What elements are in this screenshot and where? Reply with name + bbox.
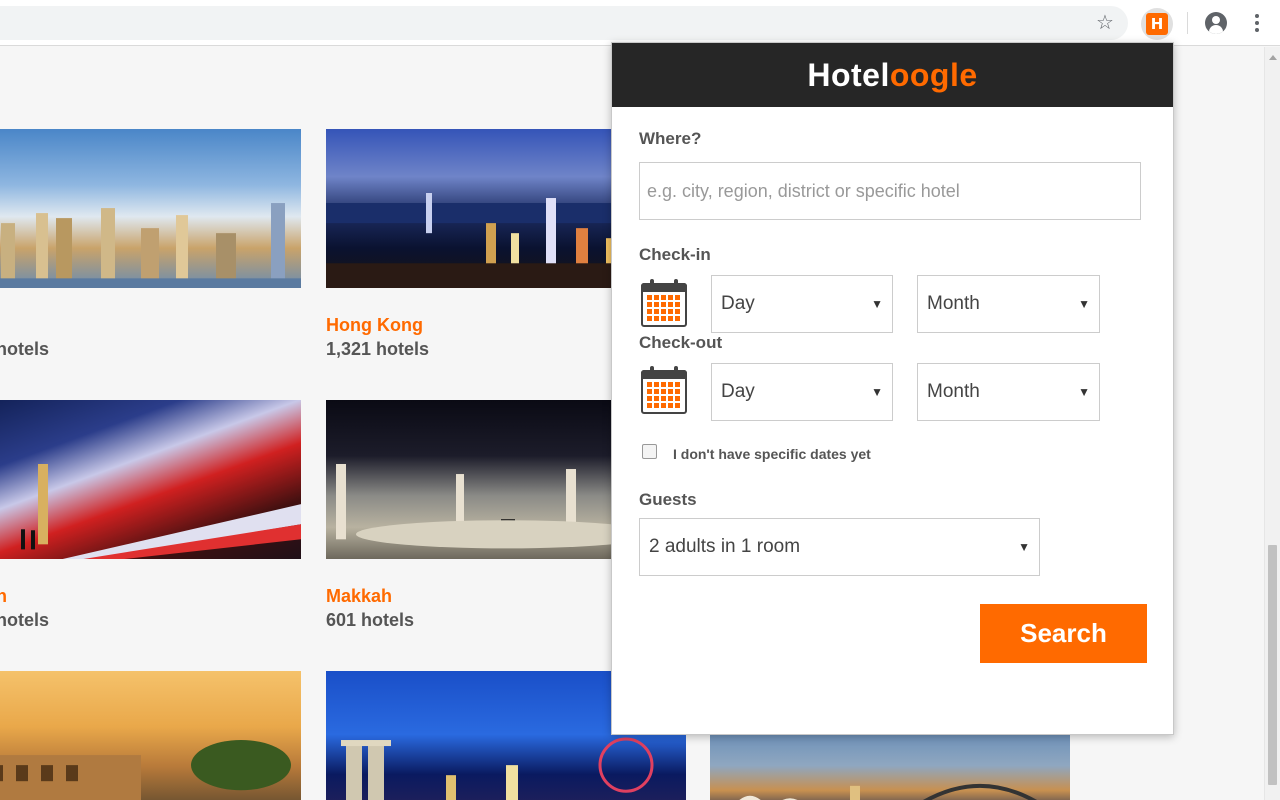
chevron-down-icon: ▼	[1018, 540, 1030, 554]
checkout-day-value: Day	[721, 381, 755, 402]
brand-header: Hotel oogle	[612, 43, 1173, 107]
destination-name[interactable]: n	[0, 586, 7, 607]
where-label: Where?	[639, 129, 702, 148]
more-vert-icon[interactable]	[1245, 11, 1269, 35]
destination-name[interactable]: Makkah	[326, 586, 392, 607]
destination-search-input[interactable]	[639, 162, 1141, 220]
hoteloogle-popup: Hoteloogle Where? Check-in Day ▼ Month ▼…	[611, 42, 1174, 735]
no-dates-label[interactable]: I don't have specific dates yet	[673, 446, 871, 462]
checkout-calendar-icon[interactable]	[641, 366, 687, 414]
no-dates-row: I don't have specific dates yet	[642, 443, 871, 462]
guests-select[interactable]: 2 adults in 1 room ▼	[639, 518, 1040, 576]
checkin-month-value: Month	[927, 293, 980, 314]
address-bar[interactable]	[0, 6, 1128, 40]
destination-hotel-count: hotels	[0, 610, 50, 630]
page-scrollbar[interactable]	[1264, 47, 1280, 800]
checkin-day-value: Day	[721, 293, 755, 314]
checkout-label: Check-out	[639, 333, 723, 352]
destination-image[interactable]	[0, 400, 301, 559]
chevron-down-icon: ▼	[1078, 385, 1090, 399]
scroll-thumb[interactable]	[1268, 545, 1277, 785]
toolbar-divider	[1187, 12, 1188, 34]
checkin-month-select[interactable]: Month ▼	[917, 275, 1100, 333]
chevron-down-icon: ▼	[871, 297, 883, 311]
checkout-month-select[interactable]: Month ▼	[917, 363, 1100, 421]
scroll-up-arrow-icon[interactable]	[1269, 55, 1277, 60]
checkout-day-select[interactable]: Day ▼	[711, 363, 893, 421]
chevron-down-icon: ▼	[1078, 297, 1090, 311]
destination-name[interactable]: Hong Kong	[326, 315, 423, 336]
browser-toolbar: ☆ H	[0, 0, 1280, 46]
checkin-label: Check-in	[639, 245, 711, 264]
destination-image[interactable]	[0, 671, 301, 800]
brand-logo-part1: Hotel	[807, 56, 890, 93]
destination-image[interactable]	[710, 731, 1070, 800]
checkin-day-select[interactable]: Day ▼	[711, 275, 893, 333]
hoteloogle-extension-icon: H	[1146, 13, 1168, 35]
chevron-down-icon: ▼	[871, 385, 883, 399]
destination-image[interactable]	[0, 129, 301, 288]
search-button[interactable]: Search	[980, 604, 1147, 663]
checkout-month-value: Month	[927, 381, 980, 402]
brand-logo-part2: oogle	[889, 56, 978, 93]
guests-value: 2 adults in 1 room	[649, 536, 801, 557]
no-dates-checkbox[interactable]	[642, 443, 657, 459]
guests-label: Guests	[639, 490, 697, 509]
account-icon[interactable]	[1204, 11, 1228, 35]
destination-hotel-count: 1,321 hotels	[326, 339, 430, 359]
hoteloogle-extension-button[interactable]: H	[1141, 8, 1173, 40]
destination-hotel-count: 601 hotels	[326, 610, 415, 630]
star-icon[interactable]: ☆	[1093, 11, 1117, 35]
checkin-calendar-icon[interactable]	[641, 279, 687, 327]
destination-hotel-count: hotels	[0, 339, 50, 359]
